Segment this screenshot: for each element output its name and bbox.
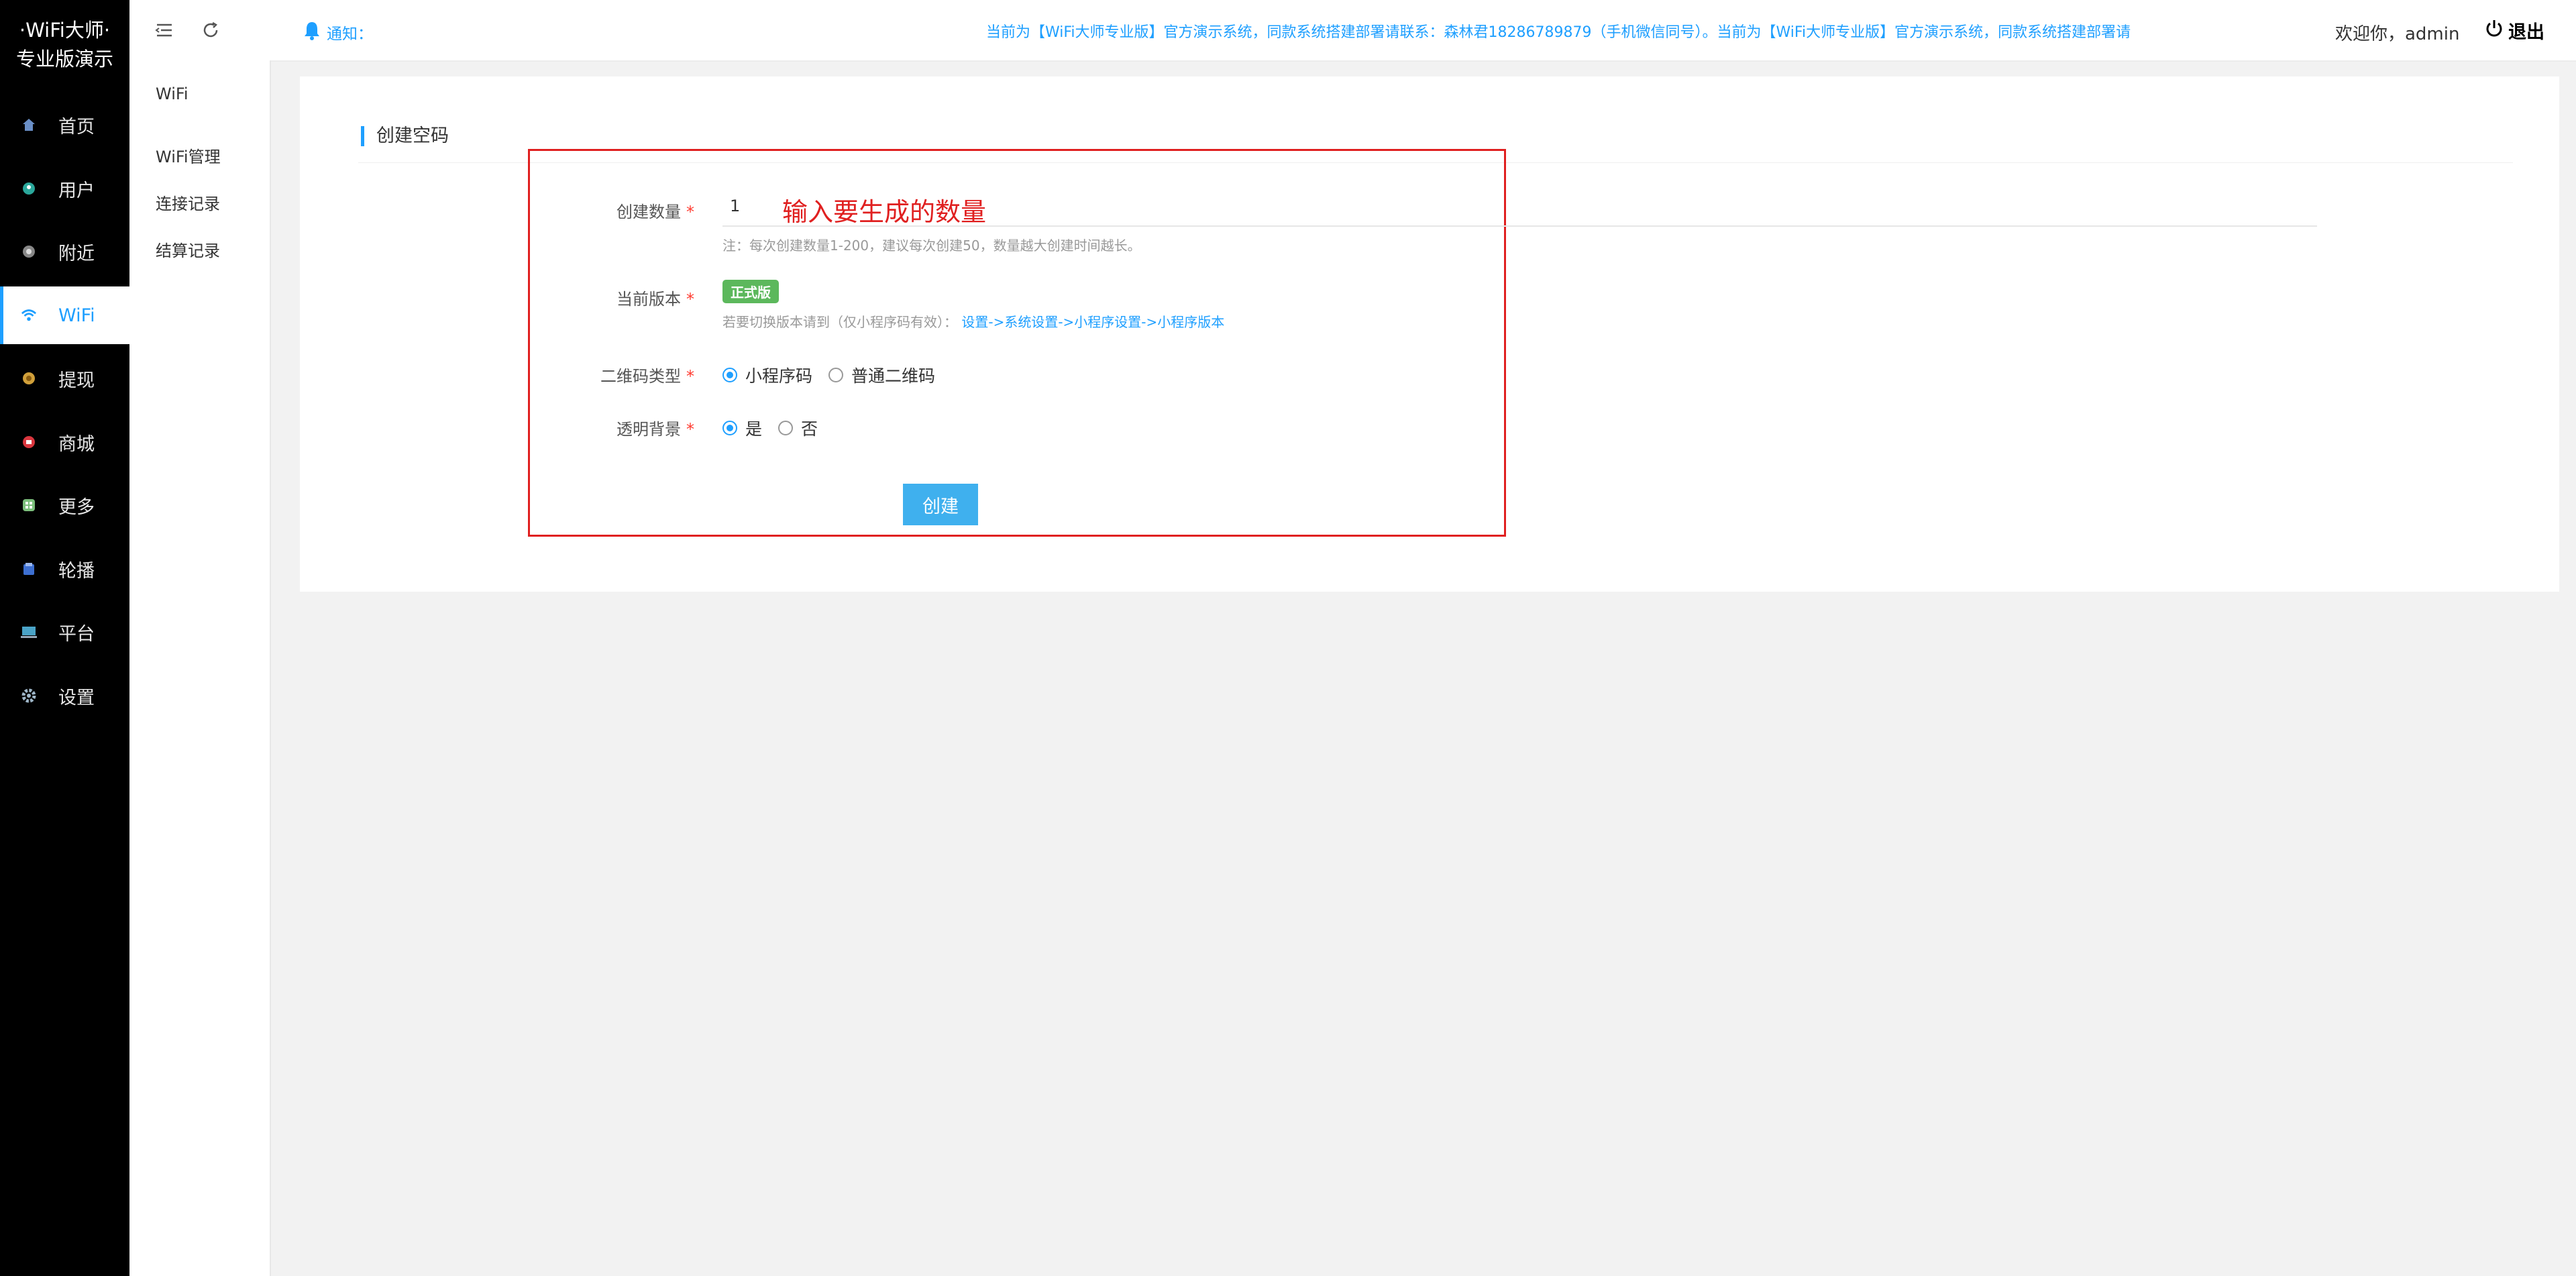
sidebar-item-label: 设置 bbox=[58, 687, 95, 708]
sidebar-item-label: 提现 bbox=[58, 370, 95, 391]
sidebar-item-label: 平台 bbox=[58, 623, 95, 645]
sidebar-item-label: 附近 bbox=[58, 243, 95, 264]
sidebar-item-label: WiFi bbox=[58, 305, 95, 326]
sidebar-item-withdraw[interactable]: 提现 bbox=[0, 350, 129, 407]
radio-label: 小程序码 bbox=[745, 366, 813, 386]
sidebar-item-label: 首页 bbox=[58, 116, 95, 138]
withdraw-icon bbox=[21, 370, 37, 386]
platform-icon bbox=[21, 624, 37, 640]
version-help-prefix: 若要切换版本请到（仅小程序码有效）： bbox=[722, 314, 957, 330]
brand-line2: 专业版演示 bbox=[15, 48, 113, 70]
transparent-bg-radio-group: 是 否 bbox=[722, 416, 834, 440]
qty-label: 创建数量 * bbox=[616, 203, 694, 221]
sidebar-item-label: 商城 bbox=[58, 433, 95, 455]
qty-input[interactable]: 1 bbox=[730, 197, 740, 215]
gear-icon bbox=[21, 688, 37, 704]
qr-type-radio-group: 小程序码 普通二维码 bbox=[722, 363, 951, 387]
subnav-item-wifi-manage[interactable]: WiFi管理 bbox=[156, 144, 221, 167]
sidebar-item-carousel[interactable]: 轮播 bbox=[0, 540, 129, 598]
qr-type-label: 二维码类型 * bbox=[600, 367, 694, 386]
subnav-title: WiFi bbox=[156, 85, 189, 103]
radio-normal-qrcode[interactable]: 普通二维码 bbox=[828, 363, 935, 387]
radio-dot bbox=[778, 421, 794, 435]
sidebar-item-more[interactable]: 更多 bbox=[0, 476, 129, 534]
sidebar-item-settings[interactable]: 设置 bbox=[0, 667, 129, 725]
version-settings-link[interactable]: 设置->系统设置->小程序设置->小程序版本 bbox=[961, 314, 1224, 330]
radio-dot bbox=[828, 368, 844, 382]
sidebar-item-home[interactable]: 首页 bbox=[0, 96, 129, 154]
shop-icon bbox=[21, 434, 37, 450]
logout-label: 退出 bbox=[2508, 22, 2544, 43]
user-icon bbox=[21, 180, 37, 197]
home-icon bbox=[21, 117, 37, 133]
radio-label: 是 bbox=[745, 419, 763, 439]
sub-navigation: WiFi WiFi管理 连接记录 结算记录 bbox=[129, 60, 271, 1276]
qty-note: 注：每次创建数量1-200，建议每次创建50，数量越大创建时间越长。 bbox=[722, 237, 1141, 254]
refresh-icon[interactable] bbox=[199, 19, 222, 42]
brand-logo: ·WiFi大师· 专业版演示 bbox=[0, 16, 129, 74]
brand-line1: ·WiFi大师· bbox=[19, 19, 111, 42]
more-icon bbox=[21, 497, 37, 513]
sidebar-item-user[interactable]: 用户 bbox=[0, 160, 129, 217]
page-title: 创建空码 bbox=[361, 126, 449, 146]
sidebar-item-label: 轮播 bbox=[58, 560, 95, 582]
transparent-bg-label: 透明背景 * bbox=[616, 420, 694, 439]
power-icon bbox=[2484, 18, 2504, 43]
qty-annotation: 输入要生成的数量 bbox=[782, 197, 987, 227]
notice-label-text: 通知： bbox=[327, 25, 373, 43]
sidebar-item-shop[interactable]: 商城 bbox=[0, 413, 129, 471]
sidebar-item-wifi[interactable]: WiFi bbox=[0, 286, 129, 344]
version-badge: 正式版 bbox=[722, 280, 779, 303]
subnav-item-connect-log[interactable]: 连接记录 bbox=[156, 191, 220, 214]
carousel-icon bbox=[21, 561, 37, 577]
subnav-item-settle-log[interactable]: 结算记录 bbox=[156, 237, 220, 261]
sidebar-item-platform[interactable]: 平台 bbox=[0, 603, 129, 661]
version-help: 若要切换版本请到（仅小程序码有效）： 设置->系统设置->小程序设置->小程序版… bbox=[722, 311, 1224, 331]
radio-dot bbox=[722, 368, 737, 382]
logout-button[interactable]: 退出 bbox=[2484, 17, 2544, 44]
welcome-text: 欢迎你，admin bbox=[2335, 24, 2460, 44]
create-button[interactable]: 创建 bbox=[903, 484, 978, 525]
nearby-icon bbox=[21, 244, 37, 260]
wifi-icon bbox=[21, 307, 37, 323]
notice-marquee: 当前为【WiFi大师专业版】官方演示系统，同款系统搭建部署请联系：森林君1828… bbox=[986, 24, 2131, 41]
collapse-menu-icon[interactable] bbox=[152, 19, 175, 42]
sidebar: ·WiFi大师· 专业版演示 首页 用户 附近 WiFi 提现 商城 更多 轮播… bbox=[0, 0, 129, 1276]
radio-label: 否 bbox=[801, 419, 818, 439]
sidebar-item-label: 用户 bbox=[58, 180, 95, 201]
version-label: 当前版本 * bbox=[616, 290, 694, 309]
bell-icon bbox=[303, 20, 321, 44]
sidebar-item-label: 更多 bbox=[58, 496, 95, 518]
radio-label: 普通二维码 bbox=[851, 366, 936, 386]
radio-mini-program-code[interactable]: 小程序码 bbox=[722, 363, 812, 387]
notice-label: 通知： bbox=[303, 20, 373, 44]
top-header: 通知： 当前为【WiFi大师专业版】官方演示系统，同款系统搭建部署请联系：森林君… bbox=[129, 0, 2576, 62]
radio-bg-yes[interactable]: 是 bbox=[722, 416, 762, 440]
sidebar-item-nearby[interactable]: 附近 bbox=[0, 223, 129, 280]
radio-bg-no[interactable]: 否 bbox=[778, 416, 818, 440]
radio-dot bbox=[722, 421, 737, 435]
